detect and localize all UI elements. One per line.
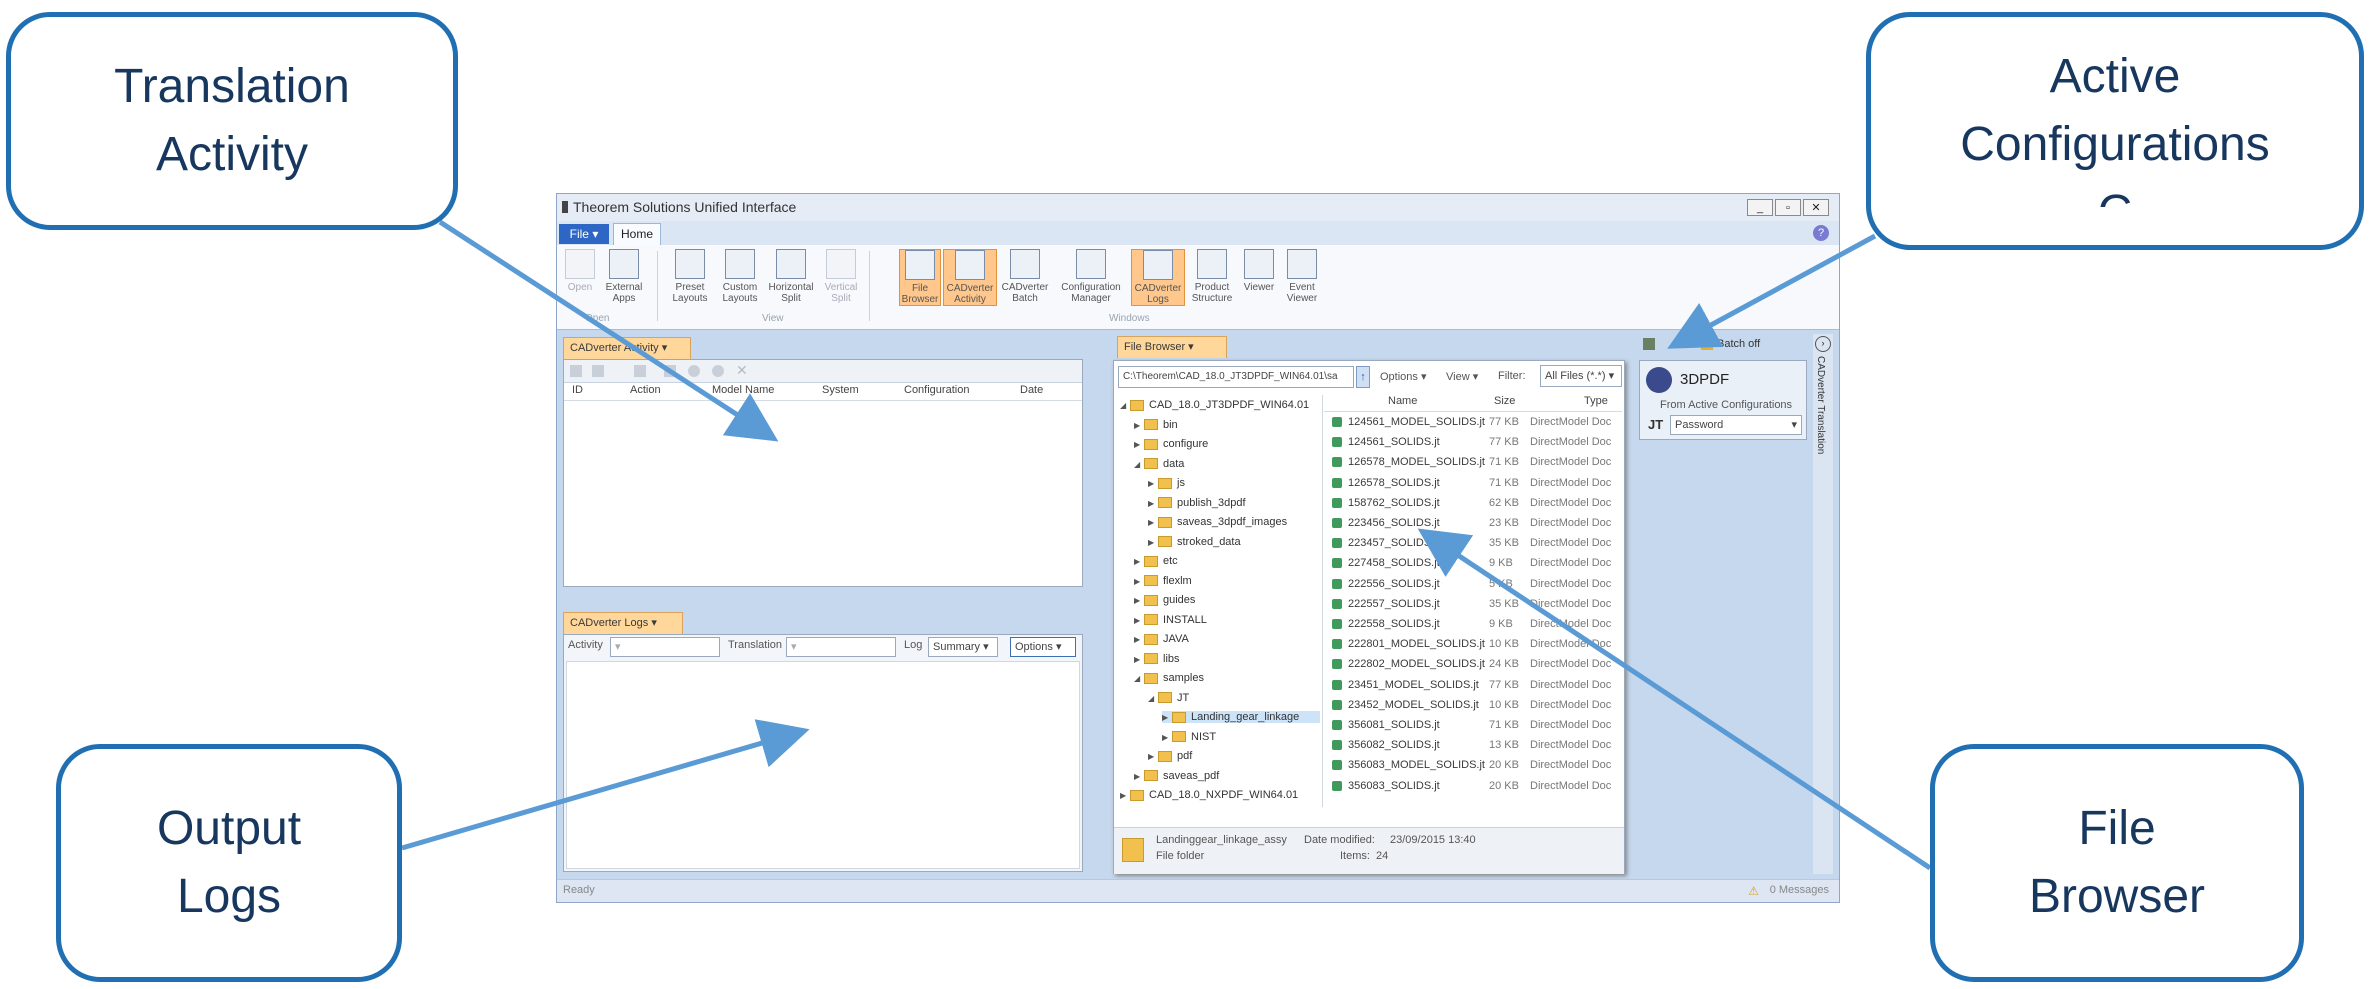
callout-line: Output [156, 802, 302, 855]
callout-output-logs: Output Logs [56, 744, 402, 982]
arrow-output-logs [401, 719, 810, 851]
arrow-file-browser [1417, 528, 1932, 871]
callout-line: Translation [114, 60, 350, 113]
callout-line: Active [2049, 50, 2181, 103]
callout-line: C [2098, 179, 2133, 207]
callout-line: Configurations [1960, 118, 2270, 171]
callout-line: Logs [176, 870, 282, 923]
callout-file-browser: File Browser [1930, 744, 2304, 982]
arrow-translation-activity [438, 219, 779, 442]
callout-active-configurations: Active Configurations C [1866, 12, 2364, 250]
callout-line: File [2078, 802, 2156, 855]
callout-line: Activity [155, 128, 308, 181]
arrow-active-configurations [1667, 233, 1877, 349]
callout-line: Browser [2028, 870, 2206, 923]
callout-translation-activity: Translation Activity [6, 12, 458, 230]
